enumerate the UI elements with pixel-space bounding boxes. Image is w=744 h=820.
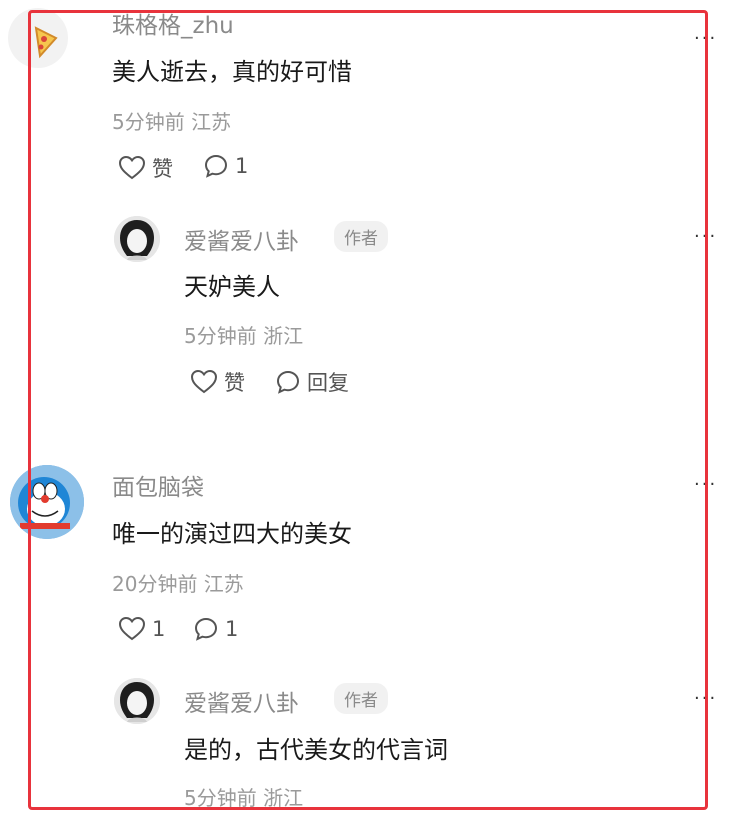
heart-icon [190, 369, 218, 394]
reply-button[interactable]: 回复 [275, 367, 349, 397]
reply-text: 天妒美人 [184, 273, 280, 301]
reply-username[interactable]: 爱酱爱八卦 [184, 222, 299, 256]
reply-count: 1 [225, 617, 239, 641]
comment-bubble-icon [204, 154, 228, 178]
reply-meta: 5分钟前 浙江 [184, 324, 304, 348]
portrait-icon [114, 216, 160, 262]
comment-bubble-icon [194, 617, 218, 641]
author-badge: 作者 [334, 221, 388, 252]
like-button[interactable]: 1 [118, 616, 165, 642]
reply-button[interactable]: 1 [193, 616, 238, 642]
reply-meta: 5分钟前 浙江 [184, 786, 304, 810]
reply-username[interactable]: 爱酱爱八卦 [184, 684, 299, 718]
comment-text: 唯一的演过四大的美女 [112, 520, 352, 548]
more-options-icon[interactable]: ··· [694, 30, 717, 48]
comment-text: 美人逝去，真的好可惜 [112, 58, 352, 86]
avatar[interactable] [10, 465, 84, 539]
avatar[interactable] [114, 216, 160, 262]
reply-count: 1 [235, 154, 249, 178]
comment-meta: 20分钟前 江苏 [112, 572, 244, 596]
doraemon-icon [10, 465, 84, 539]
comment-username[interactable]: 面包脑袋 [112, 468, 204, 502]
portrait-icon [114, 678, 160, 724]
like-button[interactable]: 赞 [118, 153, 173, 183]
comment-username[interactable]: 珠格格_zhu [112, 6, 234, 40]
more-options-icon[interactable]: ··· [694, 690, 717, 708]
pizza-icon [34, 26, 58, 59]
comment-meta: 5分钟前 江苏 [112, 110, 232, 134]
more-options-icon[interactable]: ··· [694, 476, 717, 494]
more-options-icon[interactable]: ··· [694, 228, 717, 246]
like-label: 赞 [152, 157, 173, 181]
like-count: 1 [152, 617, 166, 641]
reply-button[interactable]: 1 [203, 153, 248, 179]
reply-text: 是的，古代美女的代言词 [184, 736, 448, 764]
like-button[interactable]: 赞 [190, 367, 245, 397]
avatar[interactable] [114, 678, 160, 724]
heart-icon [118, 155, 146, 180]
reply-label: 回复 [307, 371, 349, 395]
avatar[interactable] [8, 8, 68, 68]
author-badge: 作者 [334, 683, 388, 714]
like-label: 赞 [224, 371, 245, 395]
heart-icon [118, 616, 146, 641]
comment-bubble-icon [276, 370, 300, 394]
